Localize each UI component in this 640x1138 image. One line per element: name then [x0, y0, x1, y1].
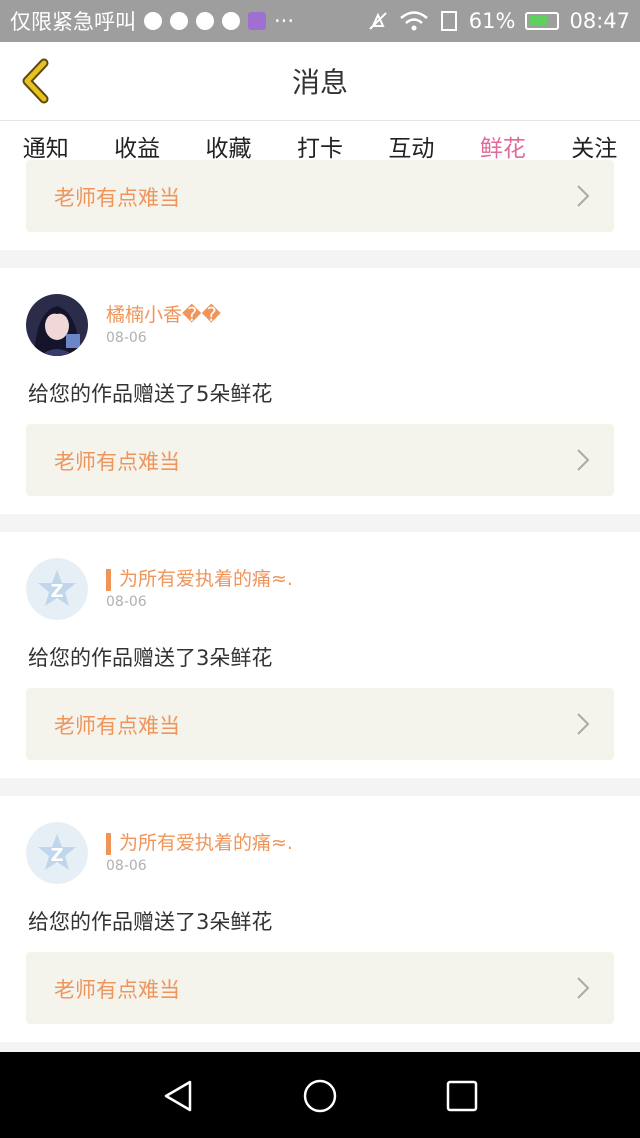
chevron-right-icon — [577, 449, 590, 471]
svg-text:Z: Z — [50, 581, 63, 602]
work-link[interactable]: 老师有点难当 — [26, 688, 614, 760]
message-card: 老师有点难当 — [0, 160, 640, 250]
message-card: 橘楠小香�� 08-06 给您的作品赠送了5朵鲜花 老师有点难当 — [0, 268, 640, 514]
sender-row: Z 为所有爱执着的痛≈. 08-06 — [26, 558, 616, 620]
sim-icon — [440, 11, 457, 31]
avatar[interactable] — [26, 294, 88, 356]
work-link[interactable]: 老师有点难当 — [26, 952, 614, 1024]
gallery-icon — [248, 12, 266, 30]
message-card: Z 为所有爱执着的痛≈. 08-06 给您的作品赠送了3朵鲜花 老师有点难当 — [0, 796, 640, 1042]
notification-icon — [196, 12, 214, 30]
carrier-text: 仅限紧急呼叫 — [10, 10, 136, 34]
sender-name[interactable]: 为所有爱执着的痛≈. — [106, 564, 293, 591]
home-circle-icon[interactable] — [300, 1076, 340, 1116]
battery-icon — [525, 12, 560, 30]
qq-default-avatar-icon: Z — [26, 822, 88, 884]
recents-square-icon[interactable] — [442, 1076, 482, 1116]
work-link[interactable]: 老师有点难当 — [26, 424, 614, 496]
work-title: 老师有点难当 — [54, 186, 180, 210]
chevron-right-icon — [577, 185, 590, 207]
svg-text:Z: Z — [50, 845, 63, 866]
system-nav-bar — [0, 1052, 640, 1138]
page-title: 消息 — [291, 66, 348, 99]
avatar[interactable]: Z — [26, 558, 88, 620]
chevron-right-icon — [577, 713, 590, 735]
work-link[interactable]: 老师有点难当 — [26, 160, 614, 232]
sender-name[interactable]: 橘楠小香�� — [106, 300, 221, 327]
battery-percent: 61% — [468, 9, 516, 33]
work-title: 老师有点难当 — [54, 450, 180, 474]
message-text: 给您的作品赠送了5朵鲜花 — [28, 382, 273, 406]
message-text: 给您的作品赠送了3朵鲜花 — [28, 646, 273, 670]
message-text: 给您的作品赠送了3朵鲜花 — [28, 910, 273, 934]
message-date: 08-06 — [106, 594, 147, 610]
back-triangle-icon[interactable] — [158, 1076, 198, 1116]
clock: 08:47 — [569, 9, 630, 33]
more-notifications: ··· — [274, 9, 295, 33]
work-title: 老师有点难当 — [54, 978, 180, 1002]
app-header: 消息 — [0, 42, 640, 120]
status-bar: 仅限紧急呼叫 ··· 61% 08:47 — [0, 0, 640, 42]
wifi-icon — [399, 11, 428, 31]
sender-row: 橘楠小香�� 08-06 — [26, 294, 616, 356]
work-title: 老师有点难当 — [54, 714, 180, 738]
back-button[interactable] — [14, 56, 64, 106]
message-date: 08-06 — [106, 858, 147, 874]
message-card: Z 为所有爱执着的痛≈. 08-06 给您的作品赠送了3朵鲜花 老师有点难当 — [0, 532, 640, 778]
notification-icon — [222, 12, 240, 30]
sender-name[interactable]: 为所有爱执着的痛≈. — [106, 828, 293, 855]
mute-icon — [369, 12, 387, 30]
message-date: 08-06 — [106, 330, 147, 346]
avatar[interactable]: Z — [26, 822, 88, 884]
chevron-right-icon — [577, 977, 590, 999]
sender-row: Z 为所有爱执着的痛≈. 08-06 — [26, 822, 616, 884]
notification-icon — [170, 12, 188, 30]
notification-icon — [144, 12, 162, 30]
qq-default-avatar-icon: Z — [26, 558, 88, 620]
